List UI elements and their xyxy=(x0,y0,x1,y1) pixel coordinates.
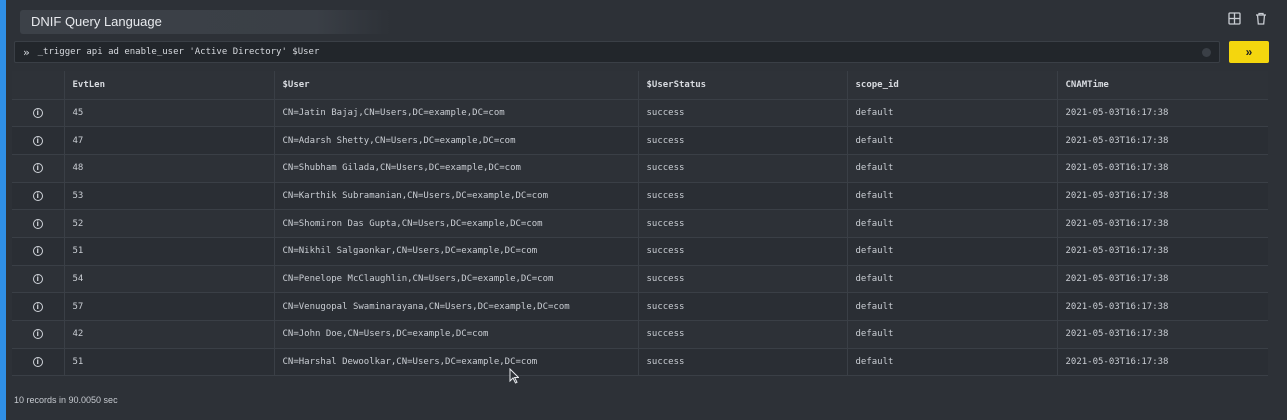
table-cell: default xyxy=(847,182,1058,211)
table-row[interactable]: i 47 CN=Adarsh Shetty,CN=Users,DC=example,… xyxy=(12,126,1268,155)
table-cell: default xyxy=(847,126,1058,155)
column-header[interactable]: scope_id xyxy=(847,71,1058,100)
table-row[interactable]: i 48 CN=Shubham Gilada,CN=Users,DC=example… xyxy=(12,154,1268,183)
column-header[interactable]: CNAMTime xyxy=(1057,71,1268,100)
records-status: 10 records in 90.0050 sec xyxy=(14,395,118,405)
table-cell: 45 xyxy=(64,99,275,128)
info-icon[interactable]: i xyxy=(32,301,43,312)
table-cell: default xyxy=(847,209,1058,238)
info-icon[interactable]: i xyxy=(32,107,43,118)
table-cell: 2021-05-03T16:17:38 xyxy=(1057,154,1268,183)
table-cell: CN=Shubham Gilada,CN=Users,DC=example,DC… xyxy=(274,154,639,183)
table-cell: success xyxy=(638,126,848,155)
table-cell: default xyxy=(847,320,1058,349)
table-cell: 53 xyxy=(64,182,275,211)
panel-title: DNIF Query Language xyxy=(20,10,390,34)
table-cell: 2021-05-03T16:17:38 xyxy=(1057,237,1268,266)
table-row[interactable]: i 54 CN=Penelope McClaughlin,CN=Users,DC=e… xyxy=(12,265,1268,294)
info-icon[interactable]: i xyxy=(32,135,43,146)
table-cell: 52 xyxy=(64,209,275,238)
panel-header: DNIF Query Language xyxy=(12,6,1287,36)
info-icon[interactable]: i xyxy=(32,246,43,257)
row-info-cell: i xyxy=(12,265,65,294)
table-cell: 54 xyxy=(64,265,275,294)
table-cell: success xyxy=(638,292,848,321)
table-layout-icon[interactable] xyxy=(1226,12,1242,28)
table-cell: success xyxy=(638,265,848,294)
table-cell: CN=Harshal Dewoolkar,CN=Users,DC=example… xyxy=(274,348,639,377)
run-query-button[interactable]: » xyxy=(1229,41,1269,63)
info-icon[interactable]: i xyxy=(32,357,43,368)
column-header[interactable]: EvtLen xyxy=(64,71,275,100)
row-info-cell: i xyxy=(12,182,65,211)
table-row[interactable]: i 51 CN=Nikhil Salgaonkar,CN=Users,DC=exam… xyxy=(12,237,1268,266)
info-icon[interactable]: i xyxy=(32,218,43,229)
table-cell: success xyxy=(638,209,848,238)
table-cell: CN=Jatin Bajaj,CN=Users,DC=example,DC=co… xyxy=(274,99,639,128)
mouse-cursor-icon xyxy=(509,368,519,384)
table-cell: CN=John Doe,CN=Users,DC=example,DC=com xyxy=(274,320,639,349)
prompt-chevron-icon: » xyxy=(23,45,30,59)
table-cell: CN=Nikhil Salgaonkar,CN=Users,DC=example… xyxy=(274,237,639,266)
table-cell: CN=Adarsh Shetty,CN=Users,DC=example,DC=… xyxy=(274,126,639,155)
row-info-cell: i xyxy=(12,126,65,155)
table-cell: 2021-05-03T16:17:38 xyxy=(1057,126,1268,155)
table-row[interactable]: i 42 CN=John Doe,CN=Users,DC=example,DC=co… xyxy=(12,320,1268,349)
table-cell: success xyxy=(638,237,848,266)
table-cell: 57 xyxy=(64,292,275,321)
table-row[interactable]: i 45 CN=Jatin Bajaj,CN=Users,DC=example,DC… xyxy=(12,99,1268,128)
row-info-cell: i xyxy=(12,99,65,128)
table-cell: 2021-05-03T16:17:38 xyxy=(1057,99,1268,128)
column-header[interactable]: $User xyxy=(274,71,639,100)
table-cell: 2021-05-03T16:17:38 xyxy=(1057,265,1268,294)
table-cell: 2021-05-03T16:17:38 xyxy=(1057,348,1268,377)
row-info-cell: i xyxy=(12,154,65,183)
row-info-cell: i xyxy=(12,292,65,321)
status-dot-icon xyxy=(1202,48,1211,57)
table-cell: CN=Karthik Subramanian,CN=Users,DC=examp… xyxy=(274,182,639,211)
table-cell: CN=Shomiron Das Gupta,CN=Users,DC=exampl… xyxy=(274,209,639,238)
table-cell: success xyxy=(638,348,848,377)
column-header[interactable]: $UserStatus xyxy=(638,71,848,100)
table-cell: success xyxy=(638,182,848,211)
table-cell: 2021-05-03T16:17:38 xyxy=(1057,320,1268,349)
query-text[interactable]: _trigger api ad enable_user 'Active Dire… xyxy=(38,47,320,57)
table-cell: default xyxy=(847,154,1058,183)
table-row[interactable]: i 57 CN=Venugopal Swaminarayana,CN=Users,D… xyxy=(12,292,1268,321)
table-cell: 48 xyxy=(64,154,275,183)
table-row[interactable]: i 53 CN=Karthik Subramanian,CN=Users,DC=ex… xyxy=(12,182,1268,211)
row-info-cell: i xyxy=(12,237,65,266)
table-row[interactable]: i 52 CN=Shomiron Das Gupta,CN=Users,DC=exa… xyxy=(12,209,1268,238)
table-cell: 2021-05-03T16:17:38 xyxy=(1057,209,1268,238)
table-cell: 51 xyxy=(64,348,275,377)
table-cell: 42 xyxy=(64,320,275,349)
table-row[interactable]: i 51 CN=Harshal Dewoolkar,CN=Users,DC=exam… xyxy=(12,348,1268,377)
table-cell: CN=Penelope McClaughlin,CN=Users,DC=exam… xyxy=(274,265,639,294)
row-info-cell: i xyxy=(12,348,65,377)
table-cell: 2021-05-03T16:17:38 xyxy=(1057,292,1268,321)
table-cell: default xyxy=(847,348,1058,377)
row-info-cell: i xyxy=(12,320,65,349)
row-info-cell: i xyxy=(12,209,65,238)
table-cell: default xyxy=(847,237,1058,266)
table-cell: 47 xyxy=(64,126,275,155)
info-icon[interactable]: i xyxy=(32,329,43,340)
table-cell: default xyxy=(847,292,1058,321)
results-table: EvtLen $User $UserStatus scope_id CNAMTime i… xyxy=(12,71,1268,377)
table-cell: default xyxy=(847,265,1058,294)
info-icon[interactable]: i xyxy=(32,190,43,201)
info-icon[interactable]: i xyxy=(32,163,43,174)
table-cell: success xyxy=(638,320,848,349)
table-cell: success xyxy=(638,99,848,128)
query-input[interactable]: » _trigger api ad enable_user 'Active Di… xyxy=(14,41,1220,63)
table-cell: 2021-05-03T16:17:38 xyxy=(1057,182,1268,211)
table-header-row: EvtLen $User $UserStatus scope_id CNAMTime xyxy=(12,71,1268,100)
table-cell: default xyxy=(847,99,1058,128)
table-cell: success xyxy=(638,154,848,183)
info-icon[interactable]: i xyxy=(32,273,43,284)
table-cell: CN=Venugopal Swaminarayana,CN=Users,DC=e… xyxy=(274,292,639,321)
trash-icon[interactable] xyxy=(1253,12,1269,28)
table-cell: 51 xyxy=(64,237,275,266)
column-header-actions[interactable] xyxy=(12,71,65,100)
